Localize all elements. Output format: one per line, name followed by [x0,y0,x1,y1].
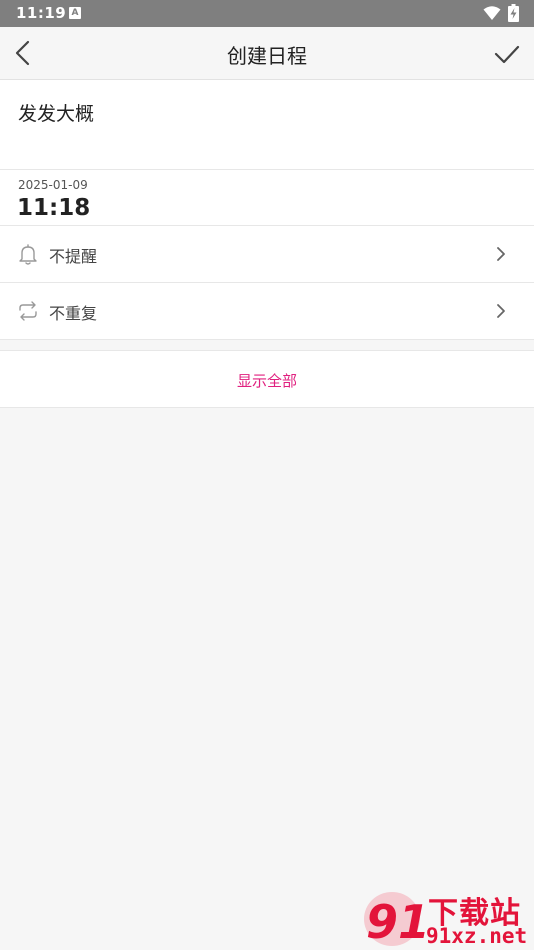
notification-icon: A [69,7,81,19]
check-icon[interactable] [493,40,521,68]
chevron-right-icon [497,247,505,261]
watermark-logo-text: 91 [366,895,426,949]
repeat-label: 不重复 [49,304,98,323]
status-bar: 11:19 A [0,0,534,27]
repeat-icon [19,301,37,321]
watermark: 91 下载站 91xz.net [362,888,534,950]
watermark-url: 91xz.net [426,924,528,948]
event-title-area[interactable]: 发发大概 [0,80,534,170]
page-title: 创建日程 [227,44,307,68]
watermark-logo: 91 [364,892,426,949]
repeat-row[interactable]: 不重复 [0,283,534,340]
status-time: 11:19 [16,4,67,22]
date-time-picker[interactable]: 2025-01-09 11:18 [0,170,534,226]
reminder-row[interactable]: 不提醒 [0,226,534,283]
event-date[interactable]: 2025-01-09 [18,178,88,192]
reminder-label: 不提醒 [49,247,98,266]
battery-charging-icon [508,4,519,22]
bell-icon [19,244,37,265]
wifi-icon [483,6,501,20]
app-header: 创建日程 [0,27,534,80]
event-time[interactable]: 11:18 [17,195,90,221]
event-title[interactable]: 发发大概 [18,99,94,126]
show-all-label: 显示全部 [236,372,297,390]
chevron-right-icon [497,304,505,318]
show-all-button[interactable]: 显示全部 [0,350,534,408]
